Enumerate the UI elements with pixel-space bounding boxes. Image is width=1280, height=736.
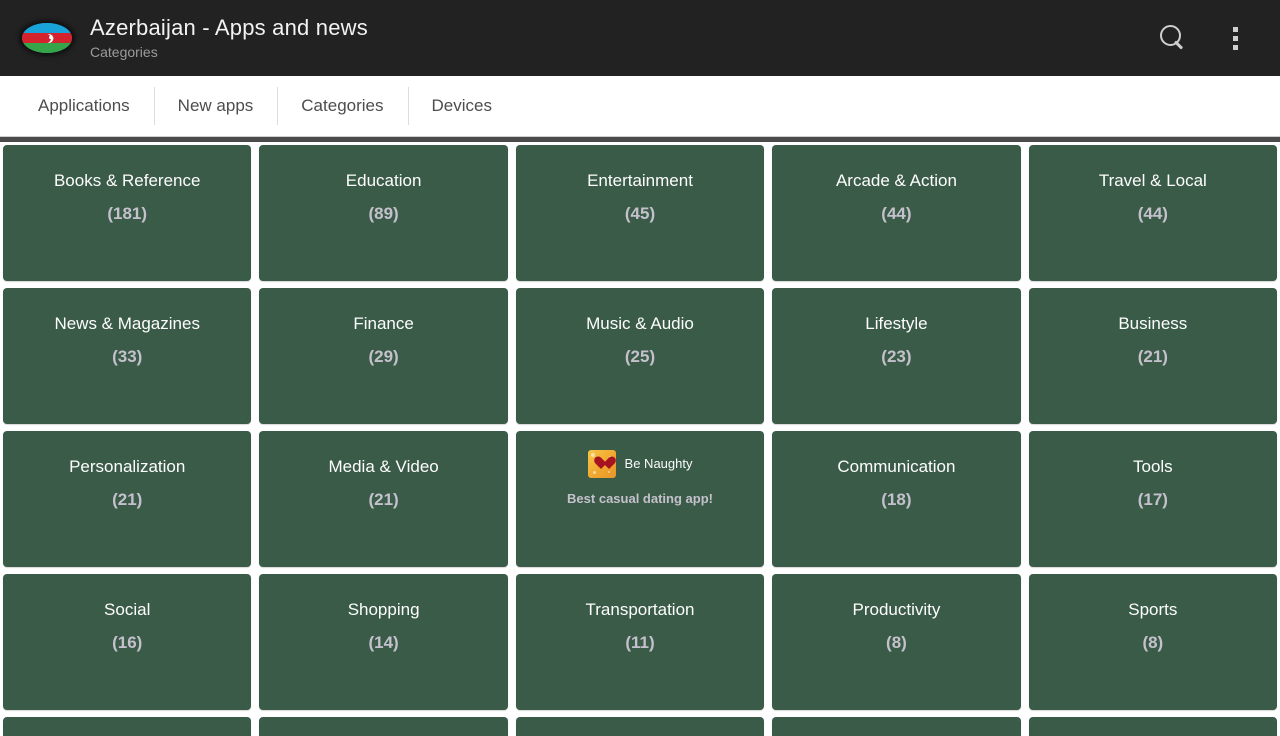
action-bar: Azerbaijan - Apps and news Categories: [0, 0, 1280, 76]
category-card[interactable]: [772, 717, 1021, 736]
search-icon: [1160, 25, 1186, 51]
overflow-menu-icon: [1232, 26, 1238, 50]
category-name: Music & Audio: [586, 314, 694, 333]
tab-new-apps[interactable]: New apps: [153, 87, 278, 125]
category-card[interactable]: [1028, 717, 1278, 736]
category-count: (8): [1142, 633, 1164, 652]
action-bar-actions: [1142, 0, 1266, 76]
tab-categories[interactable]: Categories: [277, 87, 407, 125]
category-count: (181): [107, 204, 148, 223]
category-card[interactable]: Sports (8): [1028, 574, 1278, 710]
category-count: (16): [112, 633, 143, 652]
category-count: (14): [368, 633, 399, 652]
category-name: Travel & Local: [1098, 171, 1207, 190]
tab-devices[interactable]: Devices: [407, 87, 516, 125]
category-name: Books & Reference: [53, 171, 201, 190]
category-card[interactable]: Music & Audio (25): [515, 288, 765, 424]
category-count: (11): [625, 633, 655, 652]
category-card[interactable]: Social (16): [3, 574, 252, 710]
flag-band-blue: [22, 23, 72, 34]
category-card[interactable]: Education (89): [259, 145, 508, 281]
category-card[interactable]: Personalization (21): [3, 431, 252, 567]
category-card[interactable]: News & Magazines (33): [3, 288, 252, 424]
category-count: (8): [886, 633, 907, 652]
category-card[interactable]: Lifestyle (23): [772, 288, 1021, 424]
category-count: (21): [1137, 347, 1168, 366]
flag-band-green: [22, 43, 72, 53]
overflow-menu-button[interactable]: [1204, 0, 1266, 76]
grid-row: Social (16) Shopping (14) Transportation…: [3, 574, 1278, 710]
tab-bar: Applications New apps Categories Devices: [0, 76, 1280, 136]
advertisement-card[interactable]: Be Naughty Best casual dating app!: [515, 431, 765, 567]
ad-header: Be Naughty: [587, 450, 693, 478]
category-count: (18): [881, 490, 912, 509]
category-count: (89): [368, 204, 399, 223]
category-name: Communication: [837, 457, 956, 476]
grid-row: [3, 717, 1278, 736]
category-count: (33): [112, 347, 143, 366]
category-name: Lifestyle: [865, 314, 928, 333]
category-card[interactable]: Entertainment (45): [515, 145, 765, 281]
title-block: Azerbaijan - Apps and news Categories: [90, 15, 368, 62]
category-card[interactable]: Media & Video (21): [259, 431, 508, 567]
category-name: Finance: [353, 314, 414, 333]
category-count: (45): [624, 204, 656, 223]
category-card[interactable]: Transportation (11): [515, 574, 765, 710]
category-card[interactable]: Finance (29): [259, 288, 508, 424]
category-name: Education: [345, 171, 422, 190]
category-name: Media & Video: [328, 457, 439, 476]
category-name: News & Magazines: [54, 314, 200, 333]
tab-applications[interactable]: Applications: [14, 87, 154, 125]
heart-icon: [587, 450, 616, 478]
category-card[interactable]: Business (21): [1028, 288, 1278, 424]
category-name: Productivity: [852, 600, 941, 619]
category-card[interactable]: Tools (17): [1028, 431, 1278, 567]
category-count: (17): [1137, 490, 1168, 509]
category-name: Transportation: [585, 600, 695, 619]
category-name: Social: [104, 600, 151, 619]
category-card[interactable]: Travel & Local (44): [1028, 145, 1278, 281]
page-subtitle: Categories: [90, 43, 158, 60]
category-count: (29): [368, 347, 399, 366]
page-title: Azerbaijan - Apps and news: [90, 14, 368, 40]
category-card[interactable]: Productivity (8): [772, 574, 1021, 710]
category-card[interactable]: Shopping (14): [259, 574, 508, 710]
category-count: (23): [881, 347, 912, 366]
category-count: (21): [112, 490, 143, 509]
category-name: Tools: [1132, 457, 1173, 476]
category-name: Business: [1118, 314, 1188, 333]
category-name: Entertainment: [587, 171, 693, 190]
category-card[interactable]: [3, 717, 252, 736]
star-icon: [49, 36, 52, 39]
category-grid[interactable]: Books & Reference (181) Education (89) E…: [0, 142, 1280, 736]
category-count: (44): [1137, 204, 1168, 223]
category-count: (21): [368, 490, 399, 509]
category-name: Personalization: [69, 457, 186, 476]
grid-row: News & Magazines (33) Finance (29) Music…: [3, 288, 1278, 424]
category-card[interactable]: Communication (18): [772, 431, 1021, 567]
category-card[interactable]: [259, 717, 508, 736]
category-name: Shopping: [347, 600, 420, 619]
search-button[interactable]: [1142, 0, 1204, 76]
flag-oval: [22, 23, 72, 53]
category-card[interactable]: Books & Reference (181): [3, 145, 252, 281]
category-count: (25): [624, 347, 656, 366]
category-card[interactable]: [515, 717, 765, 736]
grid-row: Books & Reference (181) Education (89) E…: [3, 145, 1278, 281]
azerbaijan-flag-icon[interactable]: [18, 10, 74, 66]
ad-app-name: Be Naughty: [624, 456, 693, 471]
grid-row: Personalization (21) Media & Video (21) …: [3, 431, 1278, 567]
ad-tagline: Best casual dating app!: [567, 491, 713, 506]
category-name: Sports: [1128, 600, 1178, 619]
category-card[interactable]: Arcade & Action (44): [772, 145, 1021, 281]
category-count: (44): [881, 204, 912, 223]
category-name: Arcade & Action: [835, 171, 957, 190]
